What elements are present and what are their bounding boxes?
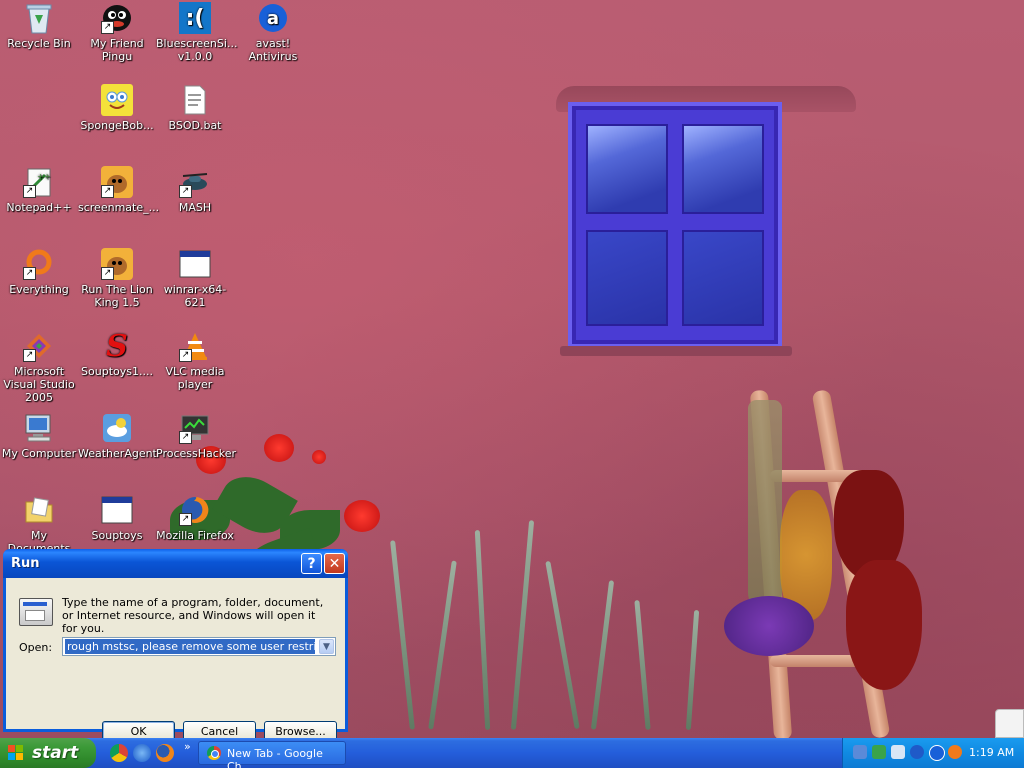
network-icon[interactable]: [853, 745, 867, 759]
firefox-quicklaunch-icon[interactable]: [156, 744, 174, 762]
open-combobox[interactable]: ▼: [62, 637, 336, 656]
desktop-icon-spongebob[interactable]: SpongeBob...: [78, 84, 156, 132]
desktop-icon-bluescreen[interactable]: :( BluescreenSi... v1.0.0: [156, 2, 237, 63]
desktop-icon-souptoys1[interactable]: S Souptoys1....: [78, 330, 156, 378]
run-dialog-title: Run: [11, 556, 40, 571]
run-program-icon: [19, 598, 53, 626]
desktop-icon-souptoys[interactable]: Souptoys: [78, 494, 156, 542]
my-computer-icon: [23, 412, 55, 444]
chrome-quicklaunch-icon[interactable]: [110, 744, 128, 762]
run-dialog-titlebar[interactable]: Run ? ✕: [3, 549, 348, 578]
run-description: Type the name of a program, folder, docu…: [62, 596, 324, 635]
desktop-icon-avast[interactable]: a avast! Antivirus: [234, 2, 312, 63]
taskbar: start » New Tab - Google Ch... 1:19 AM: [0, 738, 1024, 773]
weather-agent-icon: [101, 412, 133, 444]
start-label: start: [32, 743, 79, 763]
batch-file-icon: [179, 84, 211, 116]
chevron-down-icon[interactable]: ▼: [319, 639, 334, 654]
process-hacker-icon: ↗: [179, 412, 211, 444]
desktop-icon-weather-agent[interactable]: WeatherAgent: [78, 412, 157, 460]
desktop-icon-winrar[interactable]: winrar-x64-621: [156, 248, 234, 309]
wallpaper-sill: [560, 346, 792, 356]
desktop-icon-lion-king[interactable]: ↗ Run The Lion King 1.5: [78, 248, 156, 309]
everything-search-icon: ↗: [23, 248, 55, 280]
notepad-plus-plus-icon: ++ ↗: [23, 166, 55, 198]
desktop-icon-recycle-bin[interactable]: Recycle Bin: [0, 2, 78, 50]
desktop-icon-notepad-plus-plus[interactable]: ++ ↗ Notepad++: [0, 166, 78, 214]
window-edge-tab[interactable]: [995, 709, 1024, 738]
clock[interactable]: 1:19 AM: [969, 746, 1014, 759]
open-label: Open:: [19, 641, 53, 654]
firefox-icon: ↗: [179, 494, 211, 526]
system-tray: 1:19 AM: [842, 738, 1024, 768]
open-input[interactable]: [65, 639, 315, 654]
chrome-icon: [207, 746, 221, 760]
recycle-bin-icon: [23, 2, 55, 34]
screenmate-icon: ↗: [101, 166, 133, 198]
avast-tray-icon[interactable]: [929, 745, 945, 761]
run-dialog: Run ? ✕ Type the name of a program, fold…: [3, 549, 348, 742]
desktop-icon-process-hacker[interactable]: ↗ ProcessHacker: [156, 412, 236, 460]
desktop-icon-my-friend-pingu[interactable]: ↗ My Friend Pingu: [78, 2, 156, 63]
svg-text:a: a: [267, 8, 279, 29]
desktop-icon-screenmate[interactable]: ↗ screenmate_...: [78, 166, 159, 214]
usb-device-icon[interactable]: [891, 745, 905, 759]
vlc-icon: ↗: [179, 330, 211, 362]
desktop-icon-visual-studio[interactable]: ↗ Microsoft Visual Studio 2005: [0, 330, 78, 404]
internet-explorer-quicklaunch-icon[interactable]: [133, 744, 151, 762]
spongebob-icon: [101, 84, 133, 116]
taskbar-item-chrome[interactable]: New Tab - Google Ch...: [198, 741, 346, 773]
pingu-icon: ↗: [101, 2, 133, 34]
my-documents-icon: [23, 494, 55, 526]
info-icon[interactable]: [910, 745, 924, 759]
start-button[interactable]: start: [0, 738, 96, 768]
quicklaunch-overflow-icon[interactable]: »: [184, 740, 191, 753]
desktop-icon-my-computer[interactable]: My Computer: [0, 412, 78, 460]
desktop-icon-bsod-bat[interactable]: BSOD.bat: [156, 84, 234, 132]
desktop-icon-my-documents[interactable]: My Documents: [0, 494, 78, 555]
security-icon[interactable]: [872, 745, 886, 759]
avast-icon: a: [257, 2, 289, 34]
wallpaper-blue-window: [568, 102, 782, 348]
svg-text:++: ++: [37, 172, 50, 181]
close-button[interactable]: ✕: [324, 553, 345, 574]
visual-studio-icon: ↗: [23, 330, 55, 362]
application-window-icon: [179, 248, 211, 280]
lion-king-icon: ↗: [101, 248, 133, 280]
taskbar-item-label: New Tab - Google Ch...: [227, 747, 323, 773]
bluescreen-icon: :(: [179, 2, 211, 34]
desktop-icon-everything[interactable]: ↗ Everything: [0, 248, 78, 296]
desktop-icon-vlc[interactable]: ↗ VLC media player: [156, 330, 234, 391]
souptoys-icon: S: [106, 328, 128, 364]
help-button[interactable]: ?: [301, 553, 322, 574]
desktop-icon-firefox[interactable]: ↗ Mozilla Firefox: [156, 494, 234, 542]
run-dialog-body: Type the name of a program, folder, docu…: [6, 578, 345, 742]
mash-icon: ↗: [179, 166, 211, 198]
desktop-icon-mash[interactable]: ↗ MASH: [156, 166, 234, 214]
windows-flag-icon: [8, 745, 24, 761]
souptoys-window-icon: [101, 494, 133, 526]
everything-tray-icon[interactable]: [948, 745, 962, 759]
